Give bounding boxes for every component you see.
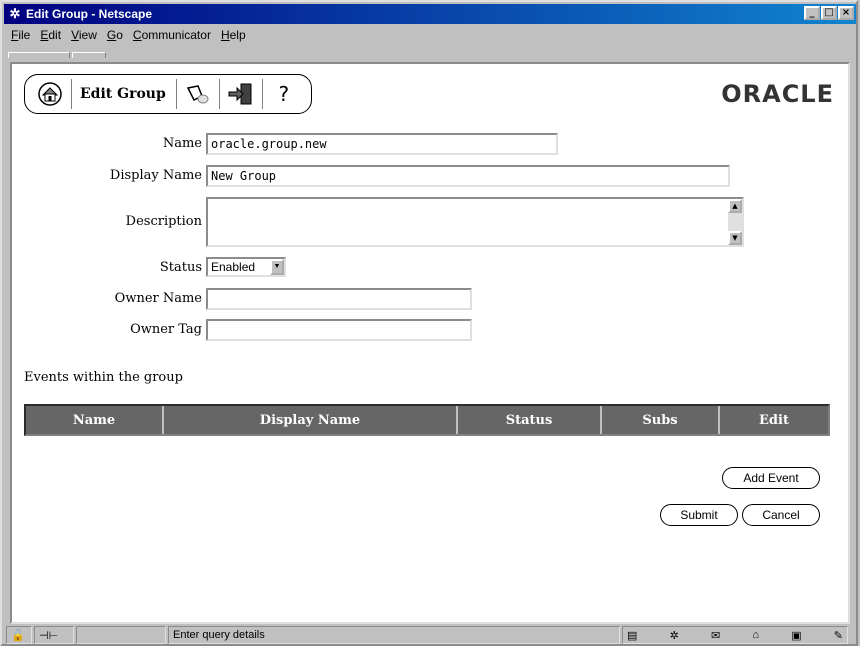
name-field[interactable]: oracle.group.new <box>206 133 558 155</box>
status-select[interactable]: Enabled ▼ <box>206 257 286 277</box>
collapsed-toolbars[interactable] <box>8 50 118 60</box>
flashlight-icon[interactable] <box>181 79 215 109</box>
page-content: Edit Group ? ORACLE Name oracle.group.ne… <box>10 62 850 624</box>
mail-icon[interactable]: ✉ <box>711 629 720 642</box>
column-header-edit: Edit <box>720 406 828 434</box>
exit-door-icon[interactable] <box>224 79 258 109</box>
menu-file[interactable]: File <box>6 28 35 46</box>
security-lock-icon[interactable]: 🔓 <box>6 626 32 644</box>
events-section-label: Events within the group <box>24 370 183 385</box>
menu-bar: File Edit View Go Communicator Help <box>6 28 251 46</box>
home-icon[interactable] <box>33 79 67 109</box>
cancel-button[interactable]: Cancel <box>742 504 820 526</box>
column-header-display-name: Display Name <box>164 406 458 434</box>
minimize-button[interactable]: _ <box>804 6 820 20</box>
owner-name-label: Owner Name <box>114 291 202 306</box>
status-label: Status <box>159 260 202 275</box>
description-label: Description <box>125 214 202 229</box>
owner-name-field[interactable] <box>206 288 472 310</box>
description-scrollbar[interactable]: ▲ ▼ <box>728 199 742 245</box>
help-glyph: ? <box>278 82 290 106</box>
menu-edit[interactable]: Edit <box>35 28 66 46</box>
edit-icon[interactable]: ✎ <box>834 629 843 642</box>
submit-button[interactable]: Submit <box>660 504 738 526</box>
display-name-label: Display Name <box>109 168 202 183</box>
composer-icon[interactable]: ▣ <box>791 629 801 642</box>
status-value: Enabled <box>211 260 256 274</box>
collapsed-toolbar-tab[interactable] <box>72 52 106 58</box>
column-header-subs: Subs <box>602 406 720 434</box>
display-name-field[interactable]: New Group <box>206 165 730 187</box>
progress-bar <box>76 626 166 644</box>
toolbar-separator <box>261 79 263 109</box>
owner-tag-field[interactable] <box>206 319 472 341</box>
name-label: Name <box>162 136 202 151</box>
netscape-icon: ✲ <box>9 6 21 21</box>
scroll-up-icon[interactable]: ▲ <box>728 199 742 213</box>
maximize-button[interactable]: □ <box>821 6 837 20</box>
column-header-status: Status <box>458 406 602 434</box>
menu-help[interactable]: Help <box>216 28 251 46</box>
newsgroup-icon[interactable]: ⌂ <box>752 629 759 641</box>
window-controls: _ □ × <box>803 6 854 20</box>
menu-communicator[interactable]: Communicator <box>128 28 216 46</box>
owner-tag-label: Owner Tag <box>130 322 202 337</box>
events-table: Name Display Name Status Subs Edit <box>24 404 830 436</box>
component-bar: ▤ ✲ ✉ ⌂ ▣ ✎ <box>622 626 848 644</box>
navigator-icon[interactable]: ▤ <box>627 629 637 642</box>
status-bar: 🔓 ⊣⊢ Enter query details ▤ ✲ ✉ ⌂ ▣ ✎ <box>6 626 856 644</box>
toolbar-separator <box>71 79 72 109</box>
add-event-button[interactable]: Add Event <box>722 467 820 489</box>
chevron-down-icon[interactable]: ▼ <box>270 259 284 275</box>
status-message: Enter query details <box>168 626 620 644</box>
browser-window: ✲ Edit Group - Netscape _ □ × File Edit … <box>0 0 858 646</box>
scroll-down-icon[interactable]: ▼ <box>728 231 742 245</box>
app-toolbar: Edit Group ? <box>24 74 312 114</box>
close-button[interactable]: × <box>838 6 854 20</box>
toolbar-separator <box>175 79 177 109</box>
oracle-logo: ORACLE <box>721 80 834 108</box>
netscape-icon[interactable]: ✲ <box>670 629 679 642</box>
column-header-name: Name <box>26 406 164 434</box>
window-title: Edit Group - Netscape <box>26 7 153 21</box>
collapsed-toolbar-tab[interactable] <box>8 52 70 58</box>
title-bar: ✲ Edit Group - Netscape _ □ × <box>4 4 856 24</box>
help-icon[interactable]: ? <box>267 79 301 109</box>
toolbar-separator <box>218 79 220 109</box>
description-field[interactable]: ▲ ▼ <box>206 197 744 247</box>
menu-view[interactable]: View <box>66 28 102 46</box>
menu-go[interactable]: Go <box>102 28 128 46</box>
connection-icon: ⊣⊢ <box>34 626 74 644</box>
toolbar-title: Edit Group <box>80 86 166 102</box>
